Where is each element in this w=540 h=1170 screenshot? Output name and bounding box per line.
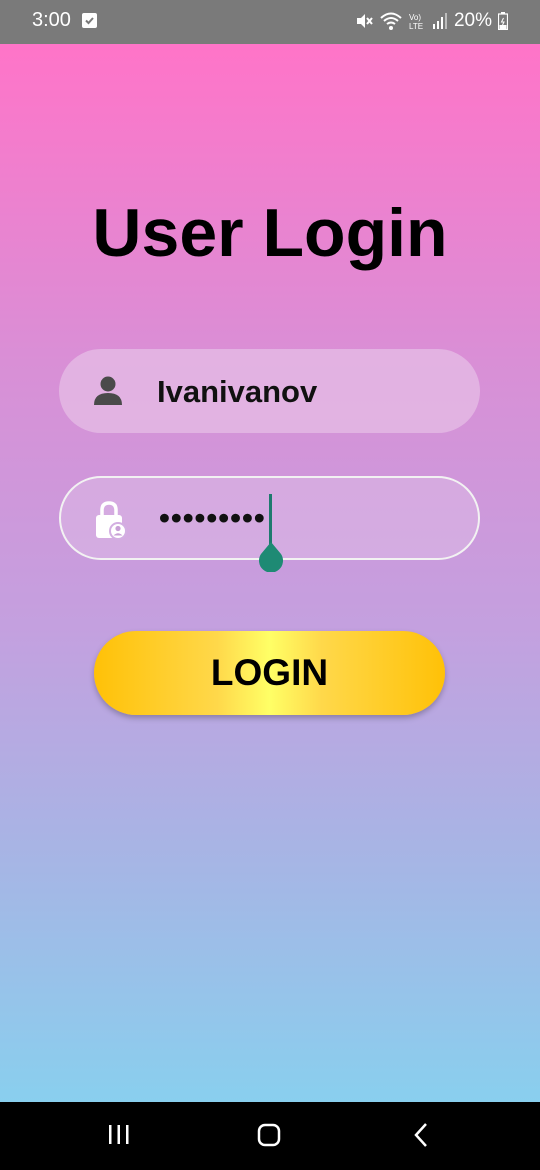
checkbox-notification-icon xyxy=(82,13,97,28)
password-value[interactable]: ••••••••• xyxy=(159,500,266,536)
status-bar: 3:00 Vo) LTE 20% xyxy=(0,0,540,44)
status-time: 3:00 xyxy=(32,9,71,31)
battery-text: 20% xyxy=(453,10,492,31)
username-value[interactable]: Ivanivanov xyxy=(157,374,317,410)
page-title: User Login xyxy=(92,195,448,271)
status-icons: Vo) LTE 20% xyxy=(354,9,508,33)
user-icon xyxy=(94,376,122,405)
password-field[interactable]: ••••••••• xyxy=(59,476,480,572)
cursor-handle[interactable] xyxy=(257,542,285,572)
username-field[interactable]: Ivanivanov xyxy=(59,349,480,433)
login-screen: User Login Ivanivanov ••••••••• LOGIN xyxy=(0,44,540,1102)
volte-icon: Vo) LTE xyxy=(409,13,423,31)
home-icon[interactable] xyxy=(256,1122,282,1148)
signal-icon xyxy=(432,13,447,29)
lock-user-icon xyxy=(96,501,127,540)
recent-apps-icon[interactable] xyxy=(107,1122,131,1148)
battery-icon xyxy=(498,12,508,30)
mute-icon xyxy=(356,14,373,28)
login-button[interactable]: LOGIN xyxy=(94,631,445,715)
back-icon[interactable] xyxy=(410,1122,432,1148)
svg-text:LTE: LTE xyxy=(409,22,423,31)
svg-text:Vo): Vo) xyxy=(409,13,421,22)
wifi-icon xyxy=(380,12,402,30)
navigation-bar xyxy=(0,1102,540,1170)
